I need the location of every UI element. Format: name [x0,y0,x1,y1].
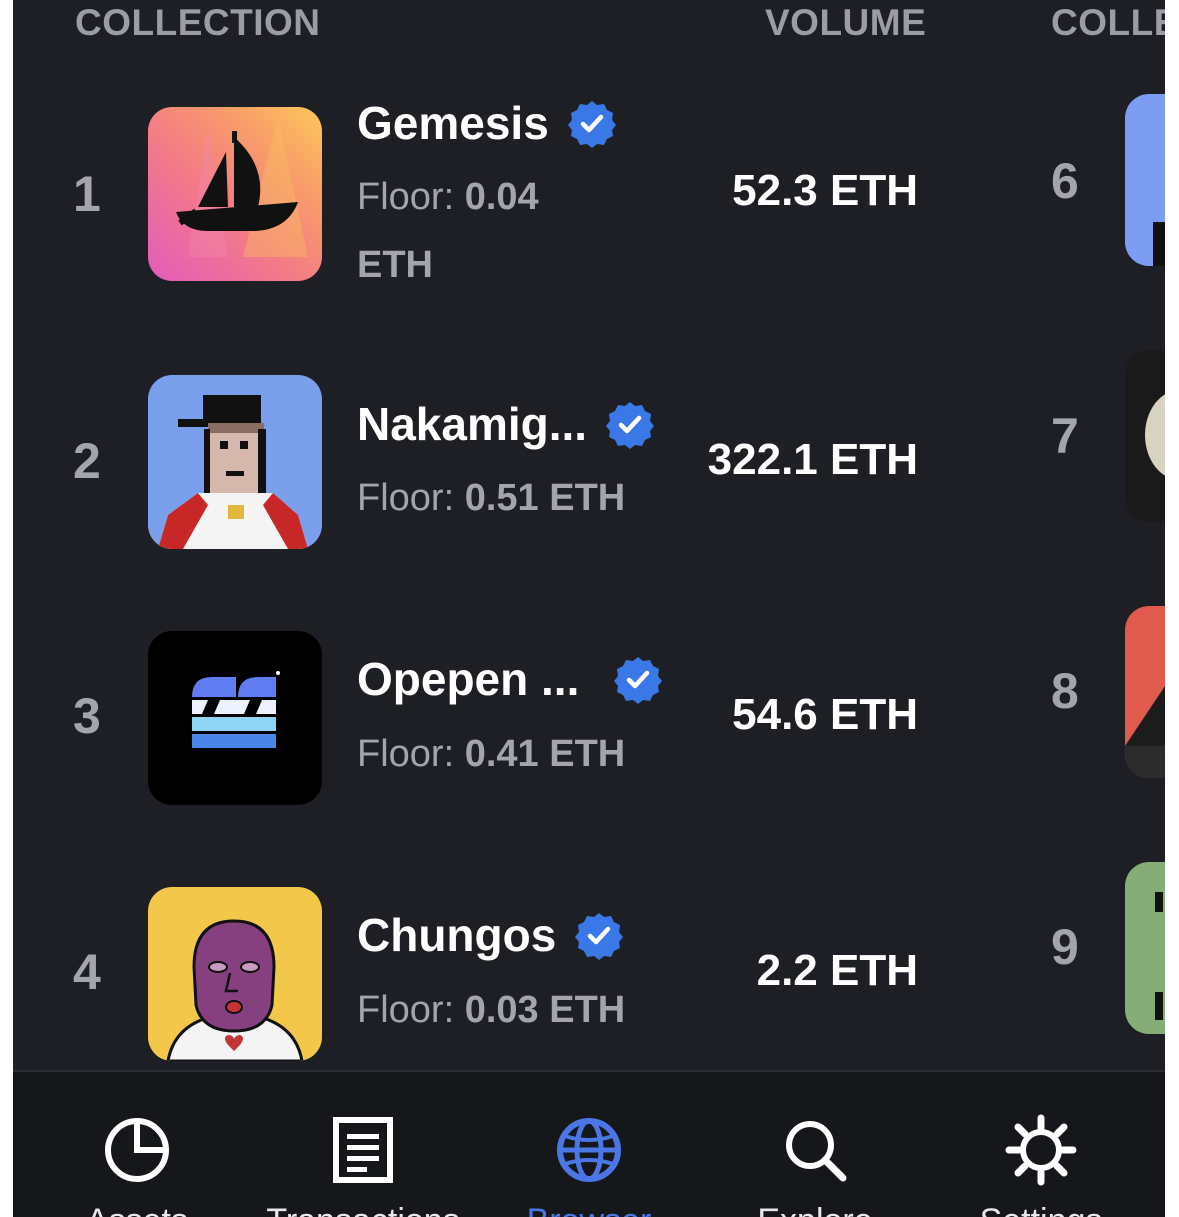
verified-badge-icon [605,399,655,449]
floor-price: Floor: 0.41 ETH [357,720,625,788]
pie-chart-icon [101,1114,173,1186]
rank-number: 3 [73,688,101,744]
nav-label: Browser [489,1202,689,1217]
nav-tab-browser[interactable]: Browser [489,1072,689,1217]
floor-label: Floor: [357,176,455,218]
bottom-navigation-bar: Assets Transactions [13,1070,1165,1217]
rank-number-col2: 8 [1051,663,1079,719]
collection-column-header: COLLECTION [75,2,321,43]
collection-name: Chungos [357,909,557,961]
nav-tab-transactions[interactable]: Transactions [263,1072,463,1217]
collection-avatar-peek[interactable] [1125,350,1165,522]
rank-number: 4 [73,944,101,1000]
search-icon [779,1114,851,1186]
document-icon [327,1114,399,1186]
rank-number-col2: 9 [1051,919,1079,975]
volume-value: 2.2 ETH [756,946,918,995]
collection-name: Nakamig... [357,398,588,450]
collection-column-header-2: COLLE [1051,2,1165,43]
volume-value: 54.6 ETH [732,690,918,739]
verified-badge-icon [574,910,624,960]
collection-avatar-peek[interactable] [1125,94,1165,266]
collection-avatar-opepen [148,631,322,805]
floor-price: Floor: 0.03 ETH [357,976,625,1044]
floor-label: Floor: [357,733,455,775]
volume-value: 322.1 ETH [707,435,918,484]
nav-label: Transactions [263,1202,463,1217]
rank-number: 1 [73,166,101,222]
collection-avatar-peek[interactable] [1125,862,1165,1034]
floor-price: Floor: 0.04 ETH [357,163,539,299]
floor-label: Floor: [357,477,455,519]
nft-rankings-screen: COLLECTION VOLUME COLLE 1 [13,0,1165,1217]
collection-name: Gemesis [357,97,549,149]
floor-value: 0.03 ETH [464,989,626,1031]
collection-name: Opepen ... [357,653,580,705]
nav-label: Settings [941,1202,1141,1217]
verified-badge-icon [613,654,663,704]
rank-number: 2 [73,433,101,489]
rank-number-col2: 7 [1051,408,1079,464]
collection-row[interactable]: 3 Opepen ... Floor: 0.41 ETH 54.6 ETH [13,630,1165,810]
floor-value: 0.41 ETH [464,733,626,775]
nav-tab-explore[interactable]: Explore [715,1072,915,1217]
floor-value: 0.51 ETH [464,477,626,519]
collection-row[interactable]: 2 Nakamig... Floor: 0.51 ETH 322.1 ETH [13,375,1165,555]
collection-avatar-chungos [148,887,322,1061]
nav-label: Assets [37,1202,237,1217]
verified-badge-icon [567,98,617,148]
floor-label: Floor: [357,989,455,1031]
floor-price: Floor: 0.51 ETH [357,464,625,532]
collection-avatar-peek[interactable] [1125,606,1165,778]
floor-value: 0.04 [464,176,539,218]
nav-label: Explore [715,1202,915,1217]
volume-column-header: VOLUME [765,2,927,43]
volume-value: 52.3 ETH [732,166,918,215]
floor-unit: ETH [357,244,433,286]
collection-avatar-gemesis [148,107,322,281]
nav-tab-assets[interactable]: Assets [37,1072,237,1217]
screenshot-edge [1165,0,1179,1217]
gear-icon [1005,1114,1077,1186]
collection-avatar-nakamigos [148,375,322,549]
globe-icon [553,1114,625,1186]
rank-number-col2: 6 [1051,153,1079,209]
collection-row[interactable]: 1 Gemesis Floor: 0.04 ETH 52.3 ETH [13,97,1165,286]
collection-row[interactable]: 4 Chungos Floor: 0.03 ETH 2.2 ETH [13,886,1165,1066]
nav-tab-settings[interactable]: Settings [941,1072,1141,1217]
